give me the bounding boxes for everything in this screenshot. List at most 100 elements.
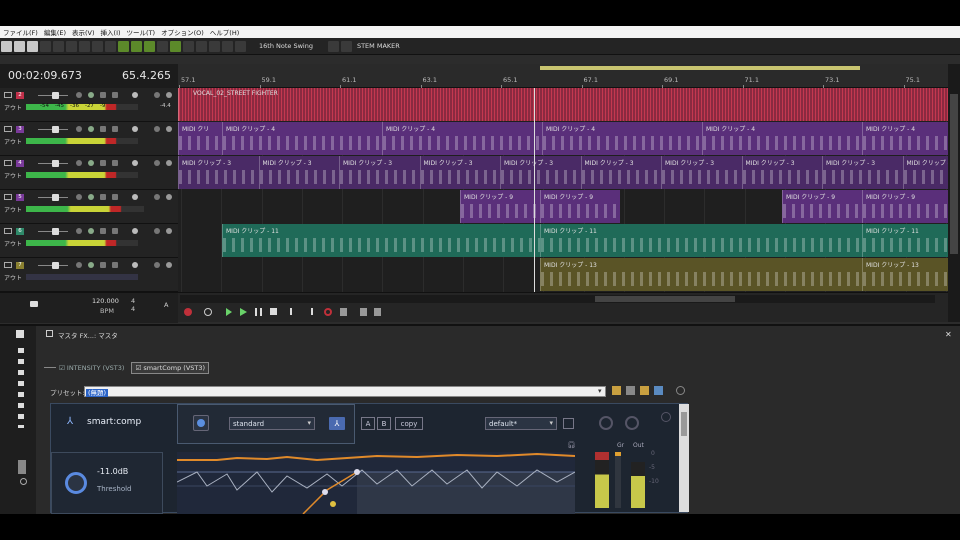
clip[interactable]: MIDI クリップ - 3 [902,156,948,189]
pan-knob[interactable] [154,262,160,268]
mute-button[interactable] [76,194,82,200]
track-lanes[interactable]: VOCAL_02_STREET FIGHTER MIDI クリ MIDI クリップ … [178,88,948,292]
redo-plugin-icon[interactable] [625,416,639,430]
clip[interactable]: MIDI クリップ - 4 [542,122,702,155]
preset-export-icon[interactable] [654,386,663,395]
loop-icon[interactable] [40,40,51,52]
pan-knob[interactable] [154,160,160,166]
clip[interactable]: MIDI クリップ - 11 [222,224,540,257]
preset-save-icon[interactable] [612,386,621,395]
play-from-icon[interactable] [226,308,232,316]
track-expand-icon[interactable] [4,194,12,200]
fx-chain-smartcomp[interactable]: ☑ smartComp (VST3) [131,362,210,374]
volume-thumb[interactable] [52,262,59,269]
clip[interactable]: MIDI クリップ - 9 [460,190,540,223]
mute-button[interactable] [76,160,82,166]
audio-clip[interactable]: VOCAL_02_STREET FIGHTER [178,88,948,121]
pan-knob[interactable] [154,228,160,234]
learn-button[interactable] [193,415,209,431]
clip[interactable]: MIDI クリップ - 4 [862,122,948,155]
clip[interactable]: MIDI クリップ - 11 [862,224,948,257]
plugin-settings-icon[interactable] [661,412,671,422]
menu-help[interactable]: ヘルプ(H) [207,27,242,37]
grid-icon[interactable] [131,40,142,52]
open-file-icon[interactable] [14,40,25,52]
track-header[interactable]: 4 アウト [0,156,178,190]
play-icon[interactable] [240,308,247,316]
undo-plugin-icon[interactable] [599,416,613,430]
solo-button[interactable] [88,126,94,132]
fx-button[interactable] [132,160,138,166]
preset-dropdown-icon[interactable]: ▾ [598,387,602,395]
menu-edit[interactable]: 編集(E) [41,27,69,37]
scrub-icon[interactable] [374,308,381,316]
tempo-slider-thumb[interactable] [30,301,38,307]
clip[interactable]: MIDI クリップ - 3 [661,156,742,189]
solo-button[interactable] [88,262,94,268]
mute-button[interactable] [76,92,82,98]
forward-icon[interactable] [306,308,313,315]
undo-icon[interactable] [92,40,103,52]
menu-file[interactable]: ファイル(F) [0,27,41,37]
record-arm-button[interactable] [100,160,106,166]
edit-button[interactable] [166,92,172,98]
monitor-button[interactable] [112,194,118,200]
mode-select[interactable]: standard ▾ [229,417,315,430]
clip[interactable]: MIDI クリップ - 3 [258,156,339,189]
fx-close-icon[interactable]: ✕ [945,330,952,339]
compare-a-button[interactable]: A [361,417,375,430]
preset-input[interactable]: (無題) [84,386,606,397]
edit-button[interactable] [166,126,172,132]
snap-setting[interactable]: 16th Note Swing [259,42,313,50]
volume-thumb[interactable] [52,160,59,167]
track-header[interactable]: 2 アウト -54 -45 -36 -27 -9 -4.4 [0,88,178,122]
volume-thumb[interactable] [52,126,59,133]
clip[interactable]: MIDI クリ [178,122,222,155]
horizontal-scrollbar[interactable] [180,295,935,303]
record-arm-button[interactable] [100,228,106,234]
punch-icon[interactable] [360,308,367,316]
stem-icon[interactable] [340,40,352,52]
meter-top[interactable]: 4 [131,297,135,305]
meter-bottom[interactable]: 4 [131,305,135,313]
solo-button[interactable] [88,92,94,98]
marker-icon[interactable] [196,40,207,52]
preset-copy-icon[interactable] [626,386,635,395]
save-icon[interactable] [27,40,38,52]
track-expand-icon[interactable] [4,92,12,98]
paste-icon[interactable] [79,40,90,52]
track-expand-icon[interactable] [4,160,12,166]
vertical-scrollbar[interactable] [948,64,960,322]
loop-region[interactable] [540,66,860,70]
record-arm-button[interactable] [100,262,106,268]
clip[interactable]: MIDI クリップ - 3 [178,156,259,189]
clip[interactable]: MIDI クリップ - 9 [782,190,862,223]
volume-thumb[interactable] [52,228,59,235]
snap-icon[interactable] [118,40,129,52]
threshold-knob[interactable] [65,472,87,494]
cut-icon[interactable] [53,40,64,52]
monitor-button[interactable] [112,160,118,166]
cursor-icon[interactable] [222,40,233,52]
preset-gear-icon[interactable] [676,386,685,395]
fx-button[interactable] [132,262,138,268]
record-arm-button[interactable] [100,92,106,98]
rewind-icon[interactable] [290,308,297,315]
select-icon[interactable] [183,40,194,52]
playhead[interactable] [534,88,535,292]
menu-tools[interactable]: ツール(T) [124,27,159,37]
fx-button[interactable] [132,126,138,132]
preset-load-icon[interactable] [640,386,649,395]
fx-button[interactable] [132,92,138,98]
clip[interactable]: MIDI クリップ - 11 [540,224,862,257]
compressor-graph[interactable] [177,452,575,514]
profile-select[interactable]: default* ▾ [485,417,557,430]
record-arm-icon[interactable] [324,308,332,316]
clip[interactable]: MIDI クリップ - 9 [540,190,620,223]
clip[interactable]: MIDI クリップ - 3 [339,156,420,189]
clip[interactable]: MIDI クリップ - 3 [419,156,500,189]
timeline-ruler[interactable]: 57.1 59.1 61.1 63.1 65.1 67.1 69.1 71.1 73.1 75.1 [178,64,948,88]
stop-icon[interactable] [270,308,277,315]
erase-icon[interactable] [209,40,220,52]
edit-button[interactable] [166,194,172,200]
